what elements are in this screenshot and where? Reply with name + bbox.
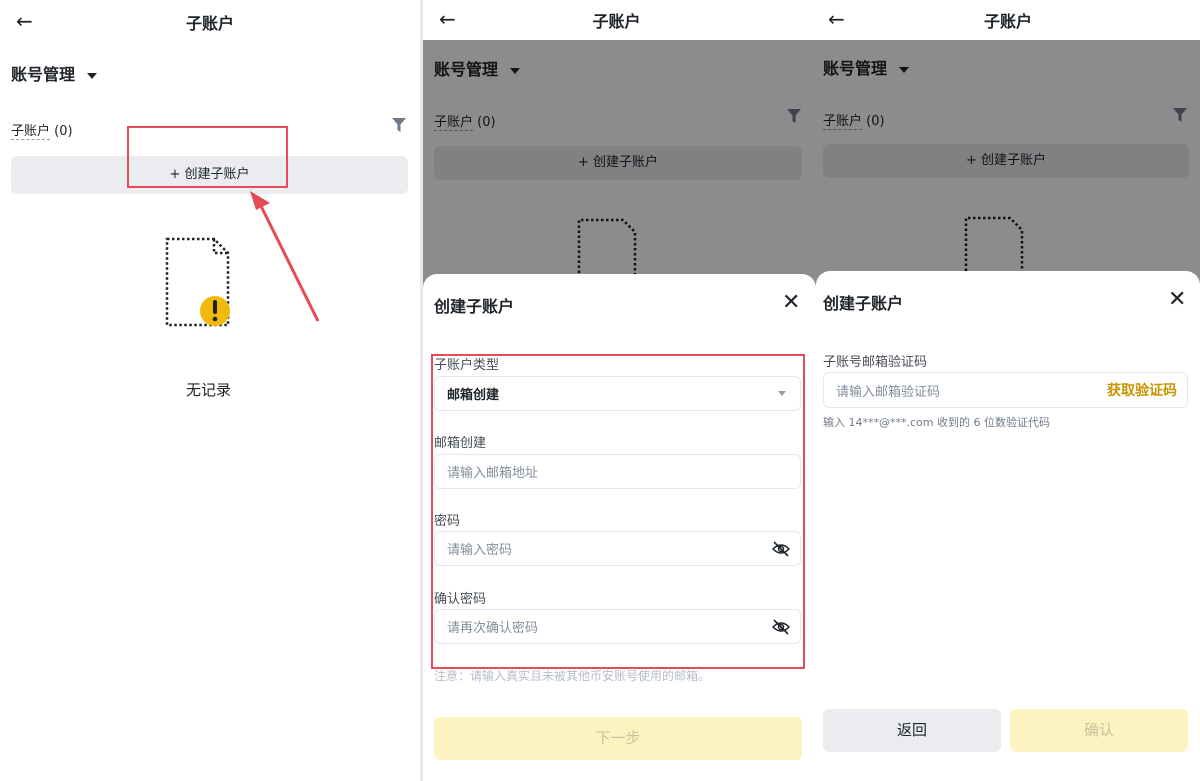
caret-down-icon <box>87 72 98 79</box>
empty-document-icon <box>165 237 230 327</box>
filter-icon[interactable] <box>392 118 406 132</box>
top-bar: ← 子账户 <box>0 0 420 40</box>
close-icon[interactable]: ✕ <box>782 292 800 314</box>
page-title: 子账户 <box>185 14 234 33</box>
section-title: 账号管理 <box>11 65 76 84</box>
account-management-dropdown[interactable]: 账号管理 <box>11 61 98 85</box>
top-bar: ← 子账户 <box>423 0 816 40</box>
page-title: 子账户 <box>592 12 641 31</box>
empty-state-text: 无记录 <box>186 381 232 399</box>
subaccount-label: 子账户 <box>11 124 51 140</box>
back-button[interactable]: 返回 <box>823 709 1001 752</box>
create-subaccount-sheet: 创建子账户 ✕ 子账号邮箱验证码 请输入邮箱验证码 获取验证码 输入 14***… <box>816 271 1200 781</box>
pointer-arrow <box>250 191 320 322</box>
verification-code-input[interactable]: 请输入邮箱验证码 获取验证码 <box>823 372 1188 408</box>
top-bar: ← 子账户 <box>816 0 1200 40</box>
screen-verify-code: ← 子账户 账号管理 子账户 (0) + 创建子账户 创建子账户 ✕ 子账号邮箱… <box>816 0 1200 781</box>
close-icon[interactable]: ✕ <box>1168 289 1186 311</box>
sheet-title: 创建子账户 <box>434 297 515 316</box>
code-label: 子账号邮箱验证码 <box>823 355 928 370</box>
email-note: 注意：请输入真实且未被其他币安账号使用的邮箱。 <box>434 669 711 683</box>
page-title: 子账户 <box>983 12 1032 31</box>
sheet-title: 创建子账户 <box>823 294 904 313</box>
subaccount-count: 子账户 (0) <box>11 120 73 140</box>
get-code-button[interactable]: 获取验证码 <box>1107 380 1177 400</box>
screen-subaccount-list: ← 子账户 账号管理 子账户 (0) + 创建子账户 无记录 <box>0 0 420 781</box>
next-step-button[interactable]: 下一步 <box>434 717 802 760</box>
warning-icon <box>200 296 230 326</box>
screen-create-form: ← 子账户 账号管理 子账户 (0) + 创建子账户 创建子账户 ✕ 子账户类型… <box>423 0 816 781</box>
confirm-button[interactable]: 确认 <box>1010 709 1188 752</box>
code-hint: 输入 14***@***.com 收到的 6 位数验证代码 <box>823 416 1050 429</box>
count-value: (0) <box>54 124 73 139</box>
code-placeholder: 请输入邮箱验证码 <box>836 384 941 400</box>
highlight-box <box>127 126 288 188</box>
highlight-box <box>431 354 805 669</box>
